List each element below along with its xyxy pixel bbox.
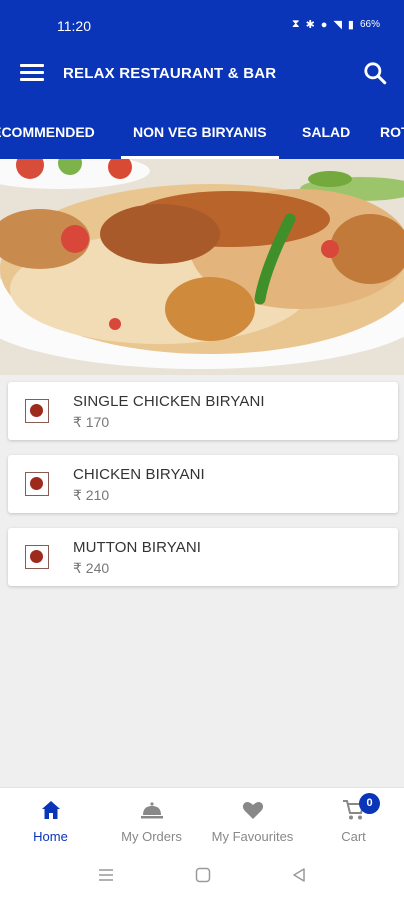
cell-signal-icon: ▮	[347, 19, 354, 31]
back-icon[interactable]	[290, 866, 308, 884]
status-bar: 11:20 ⧗ ✱ ● ◥ ▮ 66%	[0, 0, 404, 52]
cart-badge: 0	[359, 793, 380, 814]
wifi-icon: ◥	[333, 19, 342, 31]
item-name: CHICKEN BIRYANI	[73, 466, 205, 483]
category-tabs: RECOMMENDED NON VEG BIRYANIS SALAD ROTI	[0, 97, 404, 159]
menu-item-chicken-biryani[interactable]: CHICKEN BIRYANI ₹ 210	[8, 455, 398, 513]
biryani-hero-image	[0, 159, 404, 375]
nav-cart-label: Cart	[341, 829, 366, 844]
status-time: 11:20	[57, 18, 91, 34]
non-veg-icon	[25, 545, 49, 569]
home-button-icon[interactable]	[194, 866, 212, 884]
item-name: MUTTON BIRYANI	[73, 539, 202, 556]
heart-icon	[242, 802, 263, 819]
tab-recommended[interactable]: RECOMMENDED	[0, 97, 95, 159]
nav-my-favourites[interactable]: My Favourites	[202, 788, 303, 853]
tab-roti[interactable]: ROTI	[380, 97, 404, 159]
app-bar: RELAX RESTAURANT & BAR	[0, 52, 404, 97]
tab-non-veg-biryanis[interactable]: NON VEG BIRYANIS	[121, 97, 279, 159]
system-nav-bar	[0, 852, 404, 900]
location-icon: ●	[320, 18, 328, 31]
bluetooth-icon: ✱	[305, 19, 315, 31]
menu-item-single-chicken-biryani[interactable]: SINGLE CHICKEN BIRYANI ₹ 170	[8, 382, 398, 440]
item-name: SINGLE CHICKEN BIRYANI	[73, 393, 265, 410]
item-price: ₹ 240	[73, 560, 110, 576]
search-icon[interactable]	[362, 60, 388, 86]
non-veg-icon	[25, 399, 49, 423]
nav-my-orders[interactable]: My Orders	[101, 788, 202, 853]
non-veg-icon	[25, 472, 49, 496]
menu-item-mutton-biryani[interactable]: MUTTON BIRYANI ₹ 240	[8, 528, 398, 586]
menu-icon[interactable]	[20, 64, 44, 84]
nav-home[interactable]: Home	[0, 788, 101, 853]
bottom-nav: Home My Orders My Favourites 0 Cart	[0, 787, 404, 852]
nav-cart[interactable]: 0 Cart	[303, 788, 404, 853]
home-icon	[41, 801, 60, 819]
nav-my-orders-label: My Orders	[121, 829, 182, 844]
app-title: RELAX RESTAURANT & BAR	[63, 65, 277, 82]
recent-apps-icon[interactable]	[97, 866, 115, 884]
signal-icon: ⧗	[291, 18, 300, 30]
item-price: ₹ 210	[73, 487, 110, 503]
status-icons: ⧗ ✱ ● ◥ ▮ 66%	[292, 18, 380, 31]
menu-item-list: SINGLE CHICKEN BIRYANI ₹ 170 CHICKEN BIR…	[8, 382, 398, 601]
battery-level: 66%	[359, 19, 380, 30]
cloche-icon	[140, 802, 163, 819]
item-price: ₹ 170	[73, 414, 110, 430]
nav-my-favourites-label: My Favourites	[211, 829, 294, 844]
nav-home-label: Home	[33, 829, 68, 844]
tab-salad[interactable]: SALAD	[302, 97, 350, 159]
